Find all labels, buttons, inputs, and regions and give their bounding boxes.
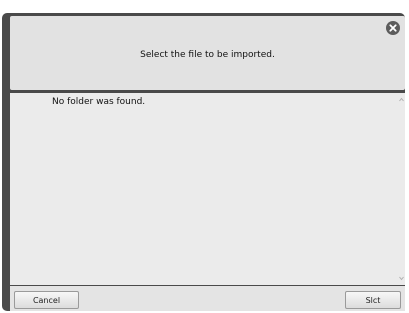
empty-state-message: No folder was found. bbox=[52, 97, 146, 107]
dialog-header: Select the file to be imported. bbox=[10, 16, 405, 90]
dialog-footer: Cancel Slct bbox=[10, 286, 405, 311]
close-icon bbox=[389, 24, 397, 32]
dialog-title: Select the file to be imported. bbox=[140, 50, 275, 60]
close-button[interactable] bbox=[386, 21, 400, 35]
cancel-button[interactable]: Cancel bbox=[14, 291, 79, 309]
vertical-scrollbar[interactable] bbox=[398, 93, 405, 285]
select-button[interactable]: Slct bbox=[345, 291, 401, 309]
scroll-up-icon[interactable] bbox=[398, 95, 405, 105]
import-file-dialog: Select the file to be imported. No folde… bbox=[2, 13, 405, 311]
file-list-area[interactable]: No folder was found. bbox=[10, 93, 405, 285]
scroll-down-icon[interactable] bbox=[398, 273, 405, 283]
